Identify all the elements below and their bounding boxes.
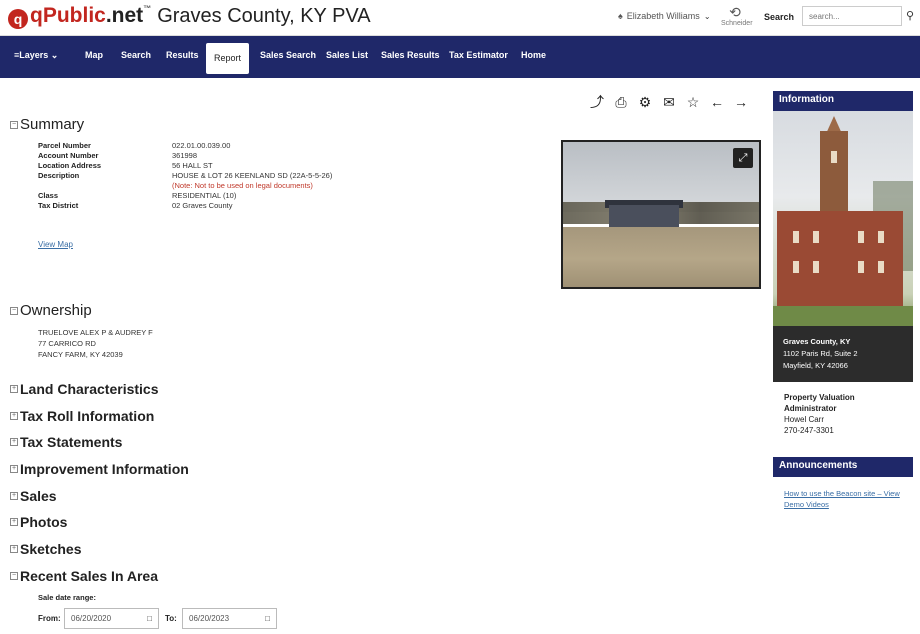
search-label: Search	[764, 12, 795, 22]
star-icon[interactable]: ☆	[686, 95, 700, 109]
expand-box-icon: +	[10, 412, 18, 420]
user-menu[interactable]: ♠ Elizabeth Williams ⌄	[618, 11, 711, 21]
pva-phone: 270-247-3301	[784, 426, 834, 435]
gear-icon[interactable]: ⚙	[638, 95, 652, 109]
summary-row: Description HOUSE & LOT 26 KEENLAND SD (2…	[38, 171, 333, 180]
calendar-icon[interactable]: □	[147, 614, 152, 623]
section-ownership[interactable]: − Ownership	[10, 302, 92, 319]
nav-report[interactable]: Report	[206, 43, 250, 74]
expand-box-icon: +	[10, 465, 18, 473]
announcements-header: Announcements	[773, 457, 913, 477]
share-icon[interactable]: ⤴	[590, 95, 604, 109]
nav-map[interactable]: Map	[85, 50, 103, 60]
to-label: To:	[165, 614, 177, 623]
schneider-icon: ⟲	[729, 4, 741, 20]
logo-mark-icon: q	[8, 9, 28, 29]
nav-sales-results[interactable]: Sales Results	[381, 50, 440, 60]
calendar-icon[interactable]: □	[265, 614, 270, 623]
print-icon[interactable]: ⎙	[614, 95, 628, 109]
courthouse-image	[773, 111, 913, 326]
summary-row: Account Number 361998	[38, 151, 198, 160]
county-title: Graves County, KY PVA	[157, 5, 371, 27]
logo-text: qPublic.net™	[30, 4, 152, 27]
user-name: Elizabeth Williams	[626, 11, 700, 21]
section-tax-statements[interactable]: + Tax Statements	[10, 434, 122, 450]
nav-home[interactable]: Home	[521, 50, 546, 60]
expand-box-icon: +	[10, 518, 18, 526]
nav-results[interactable]: Results	[166, 50, 199, 60]
summary-row: (Note: Not to be used on legal documents…	[38, 181, 332, 191]
owner-info: TRUELOVE ALEX P & AUDREY F 77 CARRICO RD…	[38, 327, 153, 360]
office-address: Graves County, KY 1102 Paris Rd, Suite 2…	[773, 326, 913, 382]
summary-row: Tax District 02 Graves County	[38, 201, 233, 210]
section-improvement[interactable]: + Improvement Information	[10, 461, 189, 477]
collapse-icon: −	[10, 120, 18, 129]
chevron-down-icon: ⌄	[703, 11, 711, 21]
top-header: q qPublic.net™ Graves County, KY PVA ♠ E…	[0, 0, 920, 36]
section-sales[interactable]: + Sales	[10, 488, 57, 504]
summary-row: Location Address 56 HALL ST	[38, 161, 213, 170]
collapse-icon: −	[10, 572, 18, 580]
expand-icon[interactable]: ⤢	[733, 148, 753, 168]
expand-box-icon: +	[10, 492, 18, 500]
main-nav: ≡Layers ⌄ Map Search Results Report Sale…	[0, 36, 920, 78]
section-summary[interactable]: − Summary	[10, 116, 84, 133]
expand-box-icon: +	[10, 385, 18, 393]
nav-layers[interactable]: ≡Layers ⌄	[14, 50, 58, 61]
pva-contact: Property Valuation Administrator Howel C…	[784, 393, 855, 435]
schneider-label: Schneider	[721, 20, 753, 27]
from-label: From:	[38, 614, 61, 623]
qpublic-logo[interactable]: q qPublic.net™ Graves County, KY PVA	[8, 4, 371, 29]
user-icon: ♠	[618, 11, 623, 21]
sale-date-range-label: Sale date range:	[38, 593, 96, 602]
information-header: Information	[773, 91, 913, 111]
to-date-input[interactable]: 06/20/2023 □	[182, 608, 277, 629]
nav-search[interactable]: Search	[121, 50, 151, 60]
expand-box-icon: +	[10, 438, 18, 446]
section-sketches[interactable]: + Sketches	[10, 541, 81, 557]
summary-row: Class RESIDENTIAL (10)	[38, 191, 237, 200]
nav-sales-search[interactable]: Sales Search	[260, 50, 316, 60]
collapse-icon: −	[10, 306, 18, 315]
arrow-right-icon[interactable]: →	[734, 95, 748, 109]
owner-city: FANCY FARM, KY 42039	[38, 350, 123, 359]
section-title: Ownership	[20, 302, 92, 319]
nav-tax-estimator[interactable]: Tax Estimator	[449, 50, 508, 60]
legal-note: (Note: Not to be used on legal documents…	[172, 181, 313, 190]
property-photo[interactable]: ⤢	[561, 140, 761, 289]
announcement-link[interactable]: How to use the Beacon site – View Demo V…	[784, 488, 912, 510]
section-recent-sales[interactable]: − Recent Sales In Area	[10, 568, 158, 584]
mail-icon[interactable]: ✉	[662, 95, 676, 109]
from-date-input[interactable]: 06/20/2020 □	[64, 608, 159, 629]
summary-table: Parcel Number 022.01.00.039.00 Account Nu…	[38, 141, 332, 211]
search-input[interactable]	[802, 6, 902, 26]
section-land-characteristics[interactable]: + Land Characteristics	[10, 381, 159, 397]
search-icon[interactable]: ⚲	[906, 9, 914, 22]
to-date-value: 06/20/2023	[189, 614, 230, 623]
owner-name: TRUELOVE ALEX P & AUDREY F	[38, 328, 153, 337]
expand-box-icon: +	[10, 545, 18, 553]
arrow-left-icon[interactable]: ←	[710, 95, 724, 109]
from-date-value: 06/20/2020	[71, 614, 112, 623]
section-tax-roll[interactable]: + Tax Roll Information	[10, 408, 154, 424]
view-map-link[interactable]: View Map	[38, 240, 73, 249]
nav-sales-list[interactable]: Sales List	[326, 50, 368, 60]
section-title: Summary	[20, 116, 85, 133]
owner-address: 77 CARRICO RD	[38, 339, 96, 348]
schneider-logo[interactable]: ⟲ Schneider	[721, 4, 753, 30]
section-photos[interactable]: + Photos	[10, 514, 67, 530]
report-toolbar: ⤴ ⎙ ⚙ ✉ ☆ ← →	[590, 95, 748, 109]
pva-name: Howel Carr	[784, 415, 825, 424]
summary-row: Parcel Number 022.01.00.039.00	[38, 141, 231, 150]
